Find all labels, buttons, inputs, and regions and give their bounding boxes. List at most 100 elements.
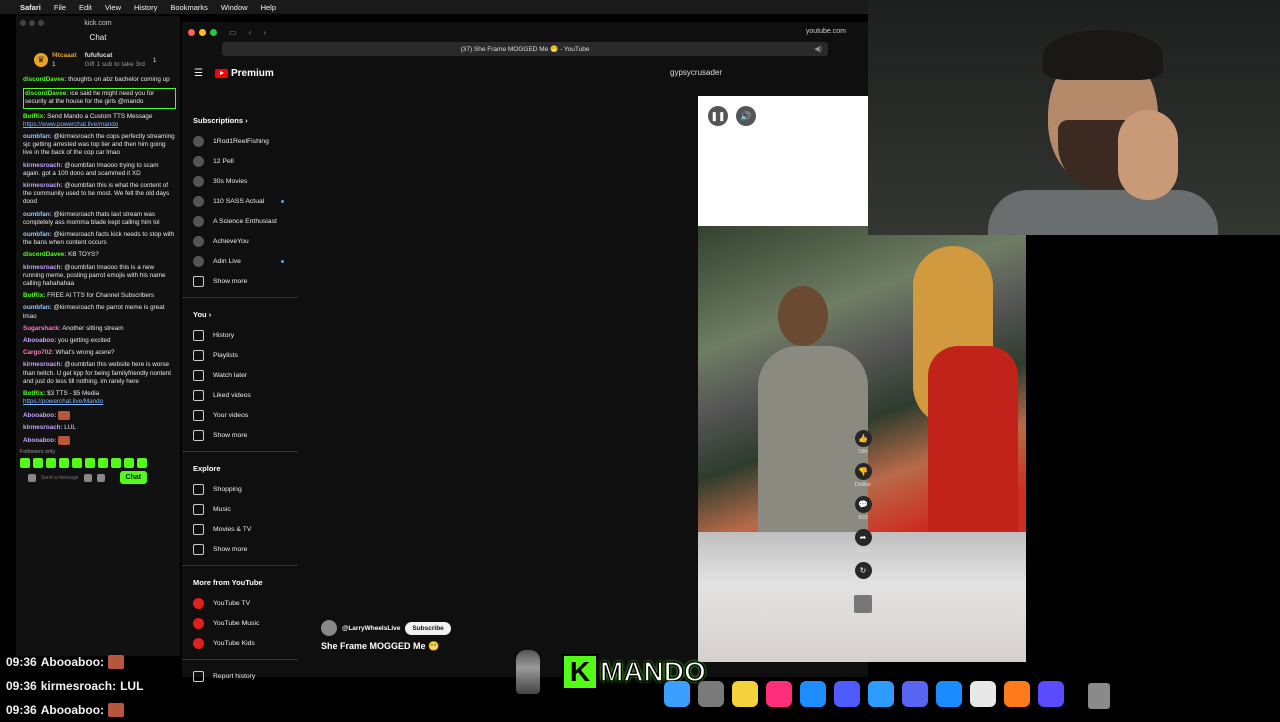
chat-username[interactable]: BotRix:	[23, 292, 45, 299]
sidebar-item[interactable]: 12 Pell	[182, 151, 298, 171]
dock-app-icon[interactable]	[766, 681, 792, 707]
you-heading[interactable]: You ›	[182, 304, 298, 325]
chat-username[interactable]: discordDavee:	[23, 76, 66, 83]
chat-input[interactable]: Send a message	[41, 475, 79, 481]
chat-link[interactable]: https://powerchat.live/Mando	[23, 398, 103, 405]
pause-icon[interactable]: ❚❚	[708, 106, 728, 126]
sidebar-item[interactable]: AchieveYou	[182, 231, 298, 251]
chat-username[interactable]: oumbfan:	[23, 133, 52, 140]
sidebar-item[interactable]: Show more	[182, 271, 298, 291]
sidebar-item[interactable]: 30s Movies	[182, 171, 298, 191]
chat-username[interactable]: kirmesroach:	[23, 182, 63, 189]
menu-view[interactable]: View	[105, 3, 121, 12]
dock-app-icon[interactable]	[664, 681, 690, 707]
menu-icon[interactable]: ☰	[194, 68, 203, 79]
chat-input-row[interactable]: Send a message Chat	[16, 471, 180, 485]
chat-username[interactable]: oumbfan:	[23, 304, 52, 311]
subscribe-button[interactable]: Subscribe	[405, 621, 451, 635]
tab-youtube[interactable]: (37) She Frame MOGGED Me 😬 - YouTube ◀)	[222, 42, 828, 56]
like-icon[interactable]: 👍	[854, 430, 872, 447]
chat-username[interactable]: Cargo702:	[23, 349, 54, 356]
chat-username[interactable]: oumbfan:	[23, 231, 52, 238]
gift-leaderboard[interactable]: ♛ f4tcaaat 1 fufufucat Gift 1 sub to tak…	[16, 46, 180, 74]
share-icon[interactable]: ➦	[854, 529, 872, 546]
dock-app-icon[interactable]	[698, 681, 724, 707]
channel-avatar[interactable]	[321, 620, 337, 636]
sidebar-item[interactable]: Show more	[182, 425, 298, 445]
sidebar-item[interactable]: Report history	[182, 666, 298, 686]
dock-app-icon[interactable]	[970, 681, 996, 707]
emote-bar[interactable]	[16, 458, 180, 469]
channel-name[interactable]: gypsycrusader	[670, 68, 722, 77]
sidebar-item[interactable]: Adin Live	[182, 251, 298, 271]
chat-link[interactable]: https://www.powerchat.live/mando	[23, 121, 118, 128]
sidebar-item[interactable]: A Science Enthusiast	[182, 211, 298, 231]
chat-username[interactable]: discordDavee:	[23, 251, 66, 258]
back-icon[interactable]: ‹	[249, 28, 252, 37]
dock-app-icon[interactable]	[800, 681, 826, 707]
dock-app-icon[interactable]	[936, 681, 962, 707]
dock-app-icon[interactable]	[902, 681, 928, 707]
dock-app-icon[interactable]	[732, 681, 758, 707]
explore-heading[interactable]: Explore	[182, 458, 298, 479]
chat-send-button[interactable]: Chat	[119, 471, 148, 485]
chat-username[interactable]: kirmesroach:	[23, 162, 63, 169]
volume-icon[interactable]: 🔊	[736, 106, 756, 126]
sidebar-item[interactable]: YouTube Kids	[182, 633, 298, 653]
dislike-icon[interactable]: 👎	[854, 463, 872, 480]
window-controls[interactable]	[188, 28, 217, 36]
window-controls[interactable]	[20, 20, 44, 26]
comment-icon[interactable]: 💬	[854, 496, 872, 513]
menu-help[interactable]: Help	[261, 3, 276, 12]
sidebar-item[interactable]: Liked videos	[182, 385, 298, 405]
chat-username[interactable]: Abooaboo:	[23, 412, 56, 419]
remix-icon[interactable]: ↻	[854, 562, 872, 579]
dock-app-icon[interactable]	[868, 681, 894, 707]
sidebar-item[interactable]: Your videos	[182, 405, 298, 425]
chat-username[interactable]: BotRix:	[23, 113, 45, 120]
dock-app-icon[interactable]	[1004, 681, 1030, 707]
chat-username[interactable]: Abooaboo:	[23, 437, 56, 444]
speaker-icon[interactable]: ◀)	[814, 45, 822, 53]
more-from-youtube-heading[interactable]: More from YouTube	[182, 572, 298, 593]
chat-username[interactable]: Sugarshack:	[23, 325, 61, 332]
subscriptions-heading[interactable]: Subscriptions ›	[182, 110, 298, 131]
chat-username[interactable]: kirmesroach:	[23, 424, 63, 431]
menu-file[interactable]: File	[54, 3, 66, 12]
chat-username[interactable]: kirmesroach:	[23, 264, 63, 271]
sidebar-item[interactable]: Shopping	[182, 479, 298, 499]
chat-username[interactable]: BotRix:	[23, 390, 45, 397]
menu-bookmarks[interactable]: Bookmarks	[170, 3, 208, 12]
sidebar-toggle-icon[interactable]: ▭	[229, 28, 237, 37]
chat-username[interactable]: kirmesroach:	[23, 361, 63, 368]
mic-icon[interactable]	[28, 473, 36, 482]
menu-safari[interactable]: Safari	[20, 3, 41, 12]
sidebar-item[interactable]: 1Rod1ReelFishing	[182, 131, 298, 151]
short-channel-name[interactable]: @LarryWheelsLive	[342, 625, 400, 632]
dock-app-icon[interactable]	[1038, 681, 1064, 707]
address-bar[interactable]: youtube.com	[806, 28, 846, 35]
sidebar-item[interactable]: YouTube Music	[182, 613, 298, 633]
sound-avatar[interactable]	[854, 595, 872, 613]
sidebar-item[interactable]: Music	[182, 499, 298, 519]
dock-app-icon[interactable]	[834, 681, 860, 707]
menu-window[interactable]: Window	[221, 3, 248, 12]
chat-username[interactable]: oumbfan:	[23, 211, 52, 218]
emoji-icon[interactable]	[83, 473, 92, 482]
menu-edit[interactable]: Edit	[79, 3, 92, 12]
chat-username[interactable]: Abooaboo:	[23, 337, 56, 344]
chat-username[interactable]: discordDavee:	[25, 90, 68, 97]
sidebar-item[interactable]: History	[182, 325, 298, 345]
sidebar-item[interactable]: Watch later	[182, 365, 298, 385]
sidebar-item[interactable]: 110 SASS Actual	[182, 191, 298, 211]
sidebar-item[interactable]: YouTube TV	[182, 593, 298, 613]
overlay-row: 09:36 kirmesroach: LUL	[6, 674, 143, 698]
trash-icon[interactable]	[1088, 683, 1110, 709]
forward-icon[interactable]: ›	[263, 28, 266, 37]
sidebar-item[interactable]: Playlists	[182, 345, 298, 365]
youtube-logo[interactable]: Premium	[214, 68, 274, 79]
gear-icon[interactable]	[96, 473, 105, 482]
sidebar-item[interactable]: Movies & TV	[182, 519, 298, 539]
menu-history[interactable]: History	[134, 3, 157, 12]
sidebar-item[interactable]: Show more	[182, 539, 298, 559]
